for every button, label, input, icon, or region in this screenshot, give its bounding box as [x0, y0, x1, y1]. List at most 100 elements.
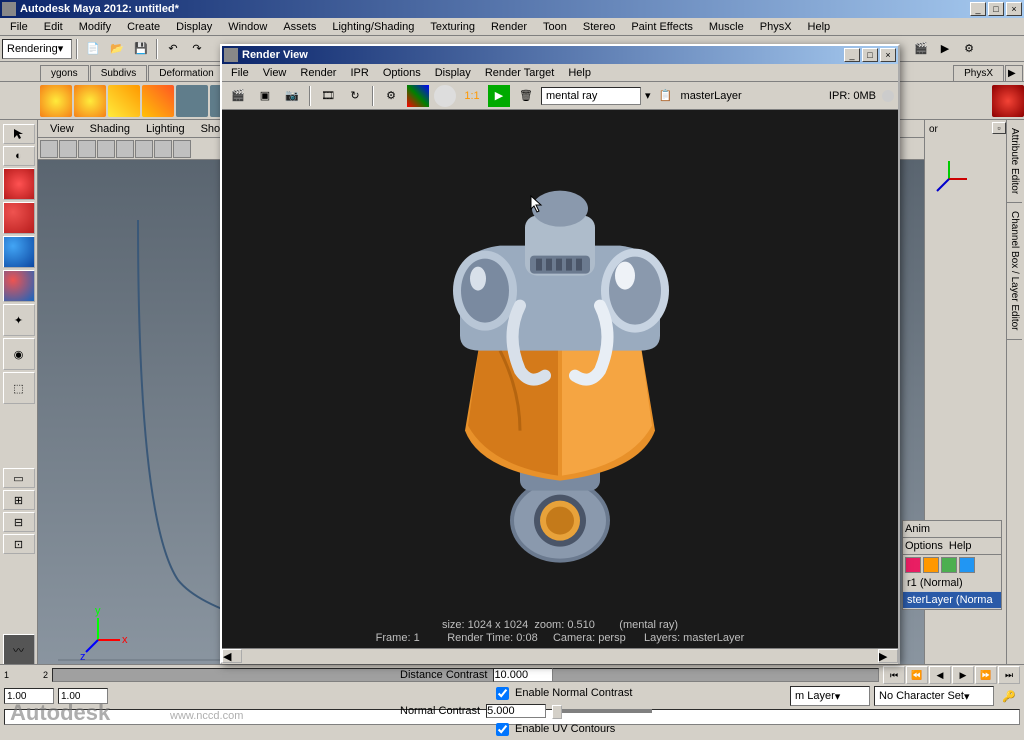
vp-icon[interactable] [173, 140, 191, 158]
mode-selector[interactable]: Rendering▾ [2, 39, 72, 59]
rv-render-region-btn[interactable]: ▣ [253, 84, 277, 108]
vp-icon[interactable] [78, 140, 96, 158]
maximize-button[interactable]: □ [988, 2, 1004, 16]
save-scene-button[interactable]: 💾 [130, 38, 152, 60]
undo-button[interactable]: ↶ [162, 38, 184, 60]
shelf-icon5[interactable] [176, 85, 208, 117]
rv-renderer-select[interactable] [541, 87, 641, 105]
layer-icon[interactable] [959, 557, 975, 573]
rv-ratio-btn[interactable]: 1:1 [460, 84, 484, 108]
step-fwd[interactable]: ⏩ [975, 666, 997, 684]
menu-display[interactable]: Display [168, 19, 220, 35]
shelf-light3-icon[interactable] [108, 85, 140, 117]
shelf-tab-deformation[interactable]: Deformation [148, 65, 224, 81]
scale-tool[interactable] [3, 270, 35, 302]
layout1[interactable]: ⊟ [3, 512, 35, 532]
shelf-tab-physx[interactable]: PhysX [953, 65, 1004, 81]
rv-refresh-btn[interactable]: ↻ [343, 84, 367, 108]
rotate-tool[interactable] [3, 236, 35, 268]
rv-alpha-btn[interactable] [433, 84, 457, 108]
ipr-button[interactable]: ▶ [934, 38, 956, 60]
distance-contrast-field[interactable] [493, 668, 553, 682]
rv-ipr-btn[interactable]: 🎞 [316, 84, 340, 108]
layer-menu-help[interactable]: Help [949, 540, 972, 552]
enable-uv-checkbox[interactable] [496, 723, 509, 736]
menu-stereo[interactable]: Stereo [575, 19, 623, 35]
vp-icon[interactable] [97, 140, 115, 158]
layer-icon[interactable] [941, 557, 957, 573]
layer-icon[interactable] [905, 557, 921, 573]
shelf-tab-subdivs[interactable]: Subdivs [90, 65, 148, 81]
rv-settings-btn[interactable]: ⚙ [379, 84, 403, 108]
layer-tab-anim[interactable]: Anim [905, 523, 930, 535]
soft-tool[interactable]: ◉ [3, 338, 35, 370]
tab-channel-box[interactable]: Channel Box / Layer Editor [1007, 203, 1022, 340]
close-button[interactable]: × [1006, 2, 1022, 16]
vp-icon[interactable] [116, 140, 134, 158]
menu-create[interactable]: Create [119, 19, 168, 35]
layer-row-selected[interactable]: sterLayer (Norma [903, 592, 1001, 609]
panel-undock[interactable]: ▫ [992, 122, 1006, 134]
shelf-render-icon[interactable] [992, 85, 1024, 117]
rv-menu-help[interactable]: Help [561, 65, 598, 81]
menu-render[interactable]: Render [483, 19, 535, 35]
rv-scrollbar[interactable]: ◀ ▶ [222, 648, 898, 664]
new-scene-button[interactable]: 📄 [82, 38, 104, 60]
menu-assets[interactable]: Assets [275, 19, 324, 35]
select-tool[interactable] [3, 124, 35, 144]
last-tool[interactable]: ⬚ [3, 372, 35, 404]
menu-lighting[interactable]: Lighting/Shading [324, 19, 422, 35]
rv-keep-btn[interactable]: ▶ [487, 84, 511, 108]
move-tool[interactable] [3, 202, 35, 234]
menu-texturing[interactable]: Texturing [422, 19, 483, 35]
lasso-tool[interactable]: ◐ [3, 146, 35, 166]
rv-menu-target[interactable]: Render Target [478, 65, 562, 81]
rv-layer-icon[interactable]: 📋 [654, 84, 678, 108]
step-back[interactable]: ⏪ [906, 666, 928, 684]
shelf-light-icon[interactable] [40, 85, 72, 117]
anim-layer-combo[interactable]: m Layer▾ [790, 686, 870, 706]
play-fwd[interactable]: ▶ [952, 666, 974, 684]
rv-menu-render[interactable]: Render [293, 65, 343, 81]
rv-maximize[interactable]: □ [862, 48, 878, 62]
paint-tool[interactable] [3, 168, 35, 200]
rv-rgb-btn[interactable] [406, 84, 430, 108]
vp-menu-lighting[interactable]: Lighting [138, 123, 193, 135]
rv-menu-ipr[interactable]: IPR [343, 65, 375, 81]
open-scene-button[interactable]: 📂 [106, 38, 128, 60]
menu-file[interactable]: File [2, 19, 36, 35]
chevron-down-icon[interactable]: ▾ [645, 89, 651, 102]
rv-minimize[interactable]: _ [844, 48, 860, 62]
normal-contrast-field[interactable] [486, 704, 546, 718]
menu-help[interactable]: Help [800, 19, 839, 35]
rv-menu-file[interactable]: File [224, 65, 256, 81]
rv-menu-display[interactable]: Display [428, 65, 478, 81]
menu-window[interactable]: Window [220, 19, 275, 35]
shelf-scroll-right[interactable]: ▶ [1005, 65, 1023, 81]
four-view[interactable]: ⊞ [3, 490, 35, 510]
menu-painteffects[interactable]: Paint Effects [623, 19, 701, 35]
minimize-button[interactable]: _ [970, 2, 986, 16]
shelf-tab-polygons[interactable]: ygons [40, 65, 89, 81]
tab-attribute-editor[interactable]: Attribute Editor [1007, 120, 1022, 203]
menu-physx[interactable]: PhysX [752, 19, 800, 35]
rv-menu-options[interactable]: Options [376, 65, 428, 81]
single-view[interactable]: ▭ [3, 468, 35, 488]
rv-scroll-left[interactable]: ◀ [222, 649, 242, 663]
vp-icon[interactable] [59, 140, 77, 158]
rv-snapshot-btn[interactable]: 📷 [280, 84, 304, 108]
vp-menu-shading[interactable]: Shading [82, 123, 138, 135]
rv-scroll-right[interactable]: ▶ [878, 649, 898, 663]
shelf-light4-icon[interactable] [142, 85, 174, 117]
rv-close[interactable]: × [880, 48, 896, 62]
autokey-button[interactable]: 🔑 [998, 685, 1020, 707]
menu-edit[interactable]: Edit [36, 19, 71, 35]
menu-muscle[interactable]: Muscle [701, 19, 752, 35]
layer-icon[interactable] [923, 557, 939, 573]
enable-normal-checkbox[interactable] [496, 687, 509, 700]
layer-menu-options[interactable]: Options [905, 540, 943, 552]
goto-end[interactable]: ⏭ [998, 666, 1020, 684]
normal-contrast-slider[interactable] [552, 709, 652, 713]
render-button[interactable]: 🎬 [910, 38, 932, 60]
vp-icon[interactable] [135, 140, 153, 158]
